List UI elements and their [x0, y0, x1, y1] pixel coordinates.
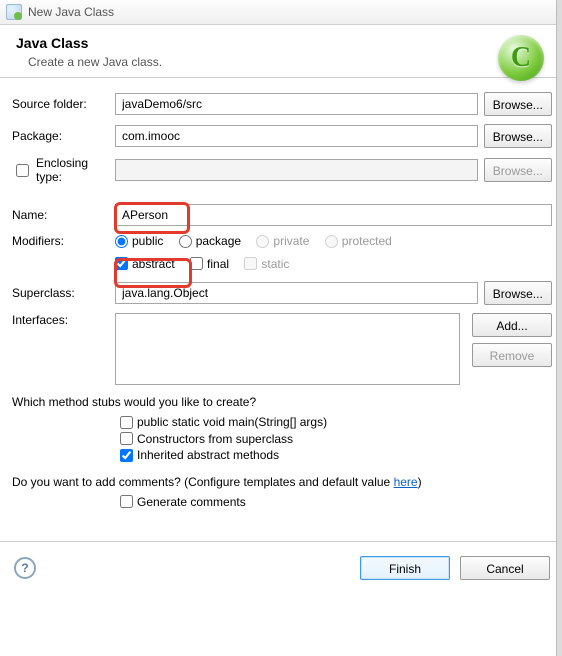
enclosing-type-browse-button: Browse...: [484, 158, 552, 182]
enclosing-type-checkbox[interactable]: Enclosing type:: [12, 156, 115, 184]
enclosing-type-label: Enclosing type:: [36, 156, 115, 184]
stub-main-checkbox[interactable]: public static void main(String[] args): [120, 415, 327, 429]
superclass-browse-button[interactable]: Browse...: [484, 281, 552, 305]
source-folder-input[interactable]: [115, 93, 478, 115]
interfaces-list[interactable]: [115, 313, 460, 385]
package-input[interactable]: [115, 125, 478, 147]
modifier-protected-radio: protected: [325, 234, 392, 248]
interfaces-label: Interfaces:: [10, 313, 115, 327]
window-icon: [6, 4, 22, 20]
window-right-edge: [556, 0, 562, 656]
stub-constructors-checkbox[interactable]: Constructors from superclass: [120, 432, 293, 446]
interfaces-remove-button: Remove: [472, 343, 552, 367]
modifier-final-checkbox[interactable]: final: [190, 257, 229, 271]
method-stubs-question: Which method stubs would you like to cre…: [12, 395, 552, 409]
superclass-input[interactable]: [115, 282, 478, 304]
modifiers-label: Modifiers:: [10, 234, 115, 248]
comments-question: Do you want to add comments? (Configure …: [12, 475, 552, 489]
superclass-label: Superclass:: [10, 286, 115, 300]
header-subtitle: Create a new Java class.: [28, 55, 546, 69]
stub-inherited-checkbox[interactable]: Inherited abstract methods: [120, 448, 279, 462]
modifier-package-radio[interactable]: package: [179, 234, 241, 248]
configure-templates-link[interactable]: here: [394, 475, 418, 489]
title-bar: New Java Class: [0, 0, 562, 25]
package-browse-button[interactable]: Browse...: [484, 124, 552, 148]
header-title: Java Class: [16, 35, 546, 51]
package-label: Package:: [10, 129, 115, 143]
modifier-public-radio[interactable]: public: [115, 234, 163, 248]
name-input[interactable]: [115, 204, 552, 226]
enclosing-type-input: [115, 159, 478, 181]
cancel-button[interactable]: Cancel: [460, 556, 550, 580]
help-icon[interactable]: ?: [14, 557, 36, 579]
name-label: Name:: [10, 208, 115, 222]
source-folder-browse-button[interactable]: Browse...: [484, 92, 552, 116]
interfaces-add-button[interactable]: Add...: [472, 313, 552, 337]
source-folder-label: Source folder:: [10, 97, 115, 111]
modifier-static-checkbox: static: [244, 257, 289, 271]
finish-button[interactable]: Finish: [360, 556, 450, 580]
dialog-header: Java Class Create a new Java class. C: [0, 25, 562, 77]
class-icon: C: [498, 35, 544, 81]
generate-comments-checkbox[interactable]: Generate comments: [120, 495, 246, 509]
window-title: New Java Class: [28, 5, 114, 19]
modifier-abstract-checkbox[interactable]: abstract: [115, 257, 175, 271]
modifier-private-radio: private: [256, 234, 309, 248]
